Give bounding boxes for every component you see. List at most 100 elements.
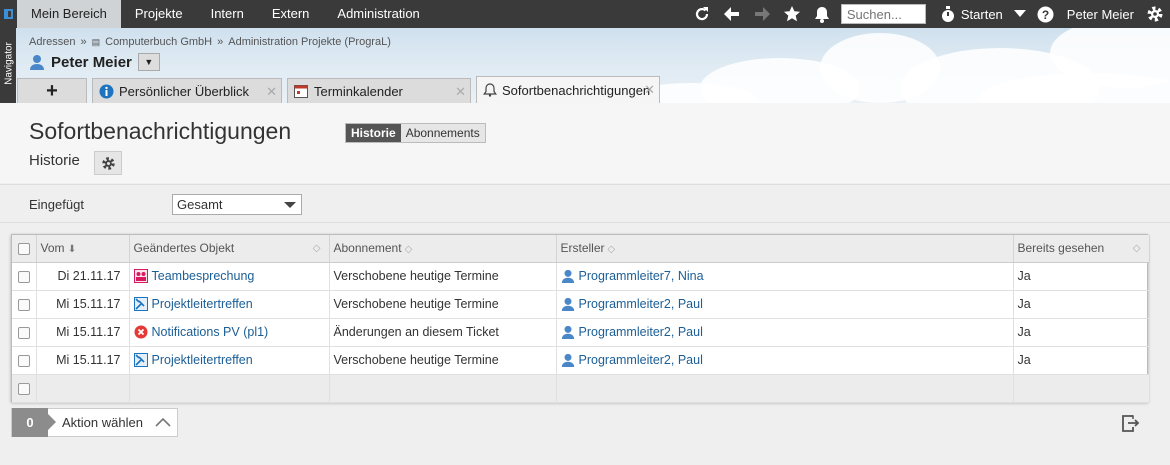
app-logo-icon[interactable] (0, 0, 17, 28)
bulk-action-selector[interactable]: 0 Aktion wählen (11, 408, 178, 437)
search-input[interactable] (840, 4, 926, 24)
row-creator: Programmleiter2, Paul (556, 346, 1014, 375)
svg-text:?: ? (1042, 8, 1049, 22)
footer-checkbox[interactable] (17, 382, 30, 395)
table-row[interactable]: Mi 15.11.17 Projektleitertreffen Verscho… (12, 346, 1150, 375)
breadcrumb-item[interactable]: Administration Projekte (PrograL) (228, 36, 391, 48)
object-link[interactable]: Projektleitertreffen (152, 353, 253, 367)
person-title: Peter Meier ▼ (29, 53, 160, 71)
person-menu-dropdown-button[interactable]: ▼ (137, 53, 160, 71)
breadcrumb-item[interactable]: Adressen (29, 36, 75, 48)
help-icon[interactable]: ? (1031, 0, 1061, 28)
row-object: Projektleitertreffen (129, 290, 330, 319)
project-icon (133, 297, 148, 312)
nav-projekte[interactable]: Projekte (121, 0, 197, 28)
sort-icon: ◇ (607, 244, 616, 256)
bell-icon (483, 83, 497, 97)
select-all-checkbox[interactable] (17, 243, 30, 256)
nav-mein-bereich[interactable]: Mein Bereich (17, 0, 121, 28)
column-header-objekt[interactable]: Geändertes Objekt ◇ (129, 235, 330, 263)
page-subtitle: Historie (29, 152, 80, 169)
breadcrumb-item[interactable]: Computerbuch GmbH (105, 36, 212, 48)
breadcrumb-separator: » (217, 36, 224, 48)
table-row[interactable]: Di 21.11.17 Teambesprechung Verschobene … (12, 262, 1150, 291)
favorites-star-icon[interactable] (777, 0, 807, 28)
select-all-checkbox-cell (12, 235, 37, 263)
row-checkbox[interactable] (17, 326, 30, 339)
info-icon (99, 84, 114, 98)
row-date: Di 21.11.17 (36, 262, 130, 291)
tab-sofortbenachrichtigungen[interactable]: Sofortbenachrichtigungen ✕ (476, 76, 660, 103)
row-subscription: Änderungen an diesem Ticket (329, 318, 557, 347)
row-seen: Ja (1013, 346, 1150, 375)
table-row[interactable]: Mi 15.11.17 Notifications PV (pl1) Änder… (12, 318, 1150, 347)
object-link[interactable]: Projektleitertreffen (152, 297, 253, 311)
nav-administration[interactable]: Administration (323, 0, 433, 28)
row-date: Mi 15.11.17 (36, 346, 130, 375)
action-label: Aktion wählen (62, 415, 143, 430)
row-subscription: Verschobene heutige Termine (329, 262, 557, 291)
add-tab-button[interactable]: + (17, 78, 87, 103)
navigator-panel-toggle[interactable]: Navigator (0, 28, 16, 103)
notifications-bell-icon[interactable] (807, 0, 837, 28)
breadcrumb: Adressen » ▤ Computerbuch GmbH » Adminis… (29, 36, 391, 48)
tab-terminkalender[interactable]: Terminkalender ✕ (287, 78, 471, 103)
row-date: Mi 15.11.17 (36, 290, 130, 319)
back-arrow-icon[interactable] (717, 0, 747, 28)
tab-persoenlicher-ueberblick[interactable]: Persönlicher Überblick ✕ (92, 78, 282, 103)
export-icon[interactable] (1120, 413, 1140, 436)
selected-count-badge: 0 (12, 408, 56, 437)
meeting-icon (133, 269, 148, 284)
row-checkbox[interactable] (17, 298, 30, 311)
gear-icon (101, 156, 115, 170)
user-menu[interactable]: Peter Meier (1061, 7, 1140, 22)
sort-icon: ◇ (404, 244, 413, 256)
user-icon (561, 298, 574, 312)
column-header-ersteller[interactable]: Ersteller ◇ (556, 235, 1014, 263)
row-subscription: Verschobene heutige Termine (329, 290, 557, 319)
column-header-gesehen[interactable]: Bereits gesehen ◇ (1013, 235, 1150, 263)
column-header-abonnement[interactable]: Abonnement ◇ (329, 235, 557, 263)
start-dropdown-caret-icon[interactable] (1009, 0, 1031, 28)
user-icon (561, 354, 574, 368)
user-icon (561, 326, 574, 340)
close-tab-icon[interactable]: ✕ (455, 84, 466, 100)
person-name: Peter Meier (51, 53, 132, 71)
view-settings-button[interactable] (94, 151, 122, 175)
close-tab-icon[interactable]: ✕ (266, 84, 277, 100)
object-link[interactable]: Notifications PV (pl1) (152, 325, 269, 339)
refresh-icon[interactable] (687, 0, 717, 28)
historie-toggle-button[interactable]: Historie (346, 124, 401, 142)
row-creator: Programmleiter2, Paul (556, 318, 1014, 347)
sort-descending-icon: ⬇ (67, 244, 77, 256)
row-checkbox[interactable] (17, 270, 30, 283)
row-creator: Programmleiter7, Nina (556, 262, 1014, 291)
nav-intern[interactable]: Intern (197, 0, 258, 28)
filter-select[interactable]: Gesamt (172, 194, 302, 215)
navigator-label: Navigator (3, 42, 15, 85)
tab-bar: + Persönlicher Überblick ✕ Terminkalende… (17, 76, 665, 103)
creator-link[interactable]: Programmleiter2, Paul (579, 297, 703, 311)
creator-link[interactable]: Programmleiter7, Nina (579, 269, 704, 283)
abonnements-toggle-button[interactable]: Abonnements (400, 124, 485, 142)
forward-arrow-icon[interactable] (747, 0, 777, 28)
company-icon: ▤ (91, 36, 101, 47)
row-seen: Ja (1013, 290, 1150, 319)
chevron-up-icon (155, 415, 177, 430)
filter-bar: Eingefügt Gesamt (0, 184, 1170, 223)
close-tab-icon[interactable]: ✕ (644, 82, 655, 98)
column-header-vom[interactable]: Vom ⬇ (36, 235, 130, 263)
user-icon (30, 55, 44, 70)
start-timer-button[interactable]: Starten (934, 0, 1009, 28)
row-checkbox[interactable] (17, 354, 30, 367)
calendar-icon (294, 85, 308, 98)
creator-link[interactable]: Programmleiter2, Paul (579, 353, 703, 367)
table-row[interactable]: Mi 15.11.17 Projektleitertreffen Verscho… (12, 290, 1150, 319)
creator-link[interactable]: Programmleiter2, Paul (579, 325, 703, 339)
object-link[interactable]: Teambesprechung (152, 269, 255, 283)
start-label: Starten (960, 6, 1003, 22)
nav-extern[interactable]: Extern (258, 0, 324, 28)
settings-gear-icon[interactable] (1140, 0, 1170, 28)
row-seen: Ja (1013, 318, 1150, 347)
page-title: Sofortbenachrichtigungen (29, 118, 292, 144)
